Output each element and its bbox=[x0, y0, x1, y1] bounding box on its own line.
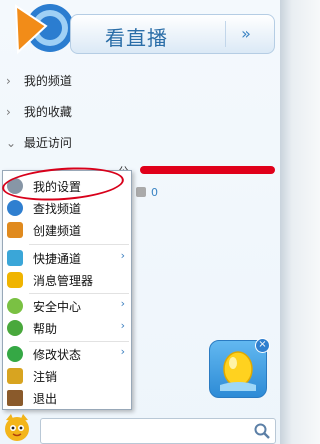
status-check-icon bbox=[7, 346, 23, 362]
menu-separator bbox=[29, 341, 129, 342]
menu-item-help[interactable]: 帮助 › bbox=[3, 317, 131, 339]
nav-my-favorites-label: 我的收藏 bbox=[23, 105, 72, 119]
menu-item-security-center[interactable]: 安全中心 › bbox=[3, 295, 131, 317]
shortcut-icon bbox=[7, 250, 23, 266]
submenu-arrow-icon: › bbox=[120, 319, 125, 332]
menu-item-shortcuts[interactable]: 快捷通道 › bbox=[3, 247, 131, 269]
nav-my-channels-label: 我的频道 bbox=[23, 74, 72, 88]
menu-item-change-status[interactable]: 修改状态 › bbox=[3, 343, 131, 365]
key-icon bbox=[7, 368, 23, 384]
menu-separator bbox=[29, 293, 129, 294]
redaction-scribble bbox=[140, 166, 275, 174]
yy-logo-icon bbox=[14, 4, 74, 55]
home-add-icon bbox=[7, 222, 23, 238]
exit-icon bbox=[7, 390, 23, 406]
menu-item-find-channel[interactable]: 查找频道 bbox=[3, 197, 131, 219]
search-icon bbox=[7, 200, 23, 216]
user-icon bbox=[136, 187, 146, 197]
menu-item-message-manager[interactable]: 消息管理器 bbox=[3, 269, 131, 291]
chevron-right-icon: › bbox=[6, 74, 11, 88]
menu-item-logout[interactable]: 注销 bbox=[3, 365, 131, 387]
search-input[interactable] bbox=[40, 418, 276, 444]
watch-live-label: 看直播 bbox=[105, 26, 168, 50]
context-menu: 我的设置 查找频道 创建频道 快捷通道 › 消息管理器 安全中心 › 帮助 › … bbox=[2, 170, 132, 410]
help-icon bbox=[7, 320, 23, 336]
nav-recent-visits[interactable]: ⌄ 最近访问 bbox=[6, 131, 72, 155]
shield-icon bbox=[7, 298, 23, 314]
mascot-icon bbox=[5, 414, 29, 441]
nav-recent-visits-label: 最近访问 bbox=[23, 136, 72, 150]
chevron-down-icon: ⌄ bbox=[6, 136, 17, 150]
submenu-arrow-icon: › bbox=[120, 249, 125, 262]
menu-item-exit[interactable]: 退出 bbox=[3, 387, 131, 409]
watch-live-button[interactable]: 看直播 » bbox=[70, 14, 275, 54]
nav-my-favorites[interactable]: › 我的收藏 bbox=[6, 100, 72, 124]
menu-item-create-channel[interactable]: 创建频道 bbox=[3, 219, 131, 241]
recent-channel-user-count: 0 bbox=[136, 186, 158, 199]
close-icon[interactable]: × bbox=[255, 338, 270, 353]
menu-separator bbox=[29, 244, 129, 245]
chevron-right-icon: › bbox=[6, 105, 11, 119]
search-icon[interactable] bbox=[253, 422, 271, 440]
nav-my-channels[interactable]: › 我的频道 bbox=[6, 69, 72, 93]
submenu-arrow-icon: › bbox=[120, 345, 125, 358]
window-edge bbox=[280, 0, 320, 444]
submenu-arrow-icon: › bbox=[120, 297, 125, 310]
message-icon bbox=[7, 272, 23, 288]
double-chevron-right-icon: » bbox=[225, 21, 266, 47]
